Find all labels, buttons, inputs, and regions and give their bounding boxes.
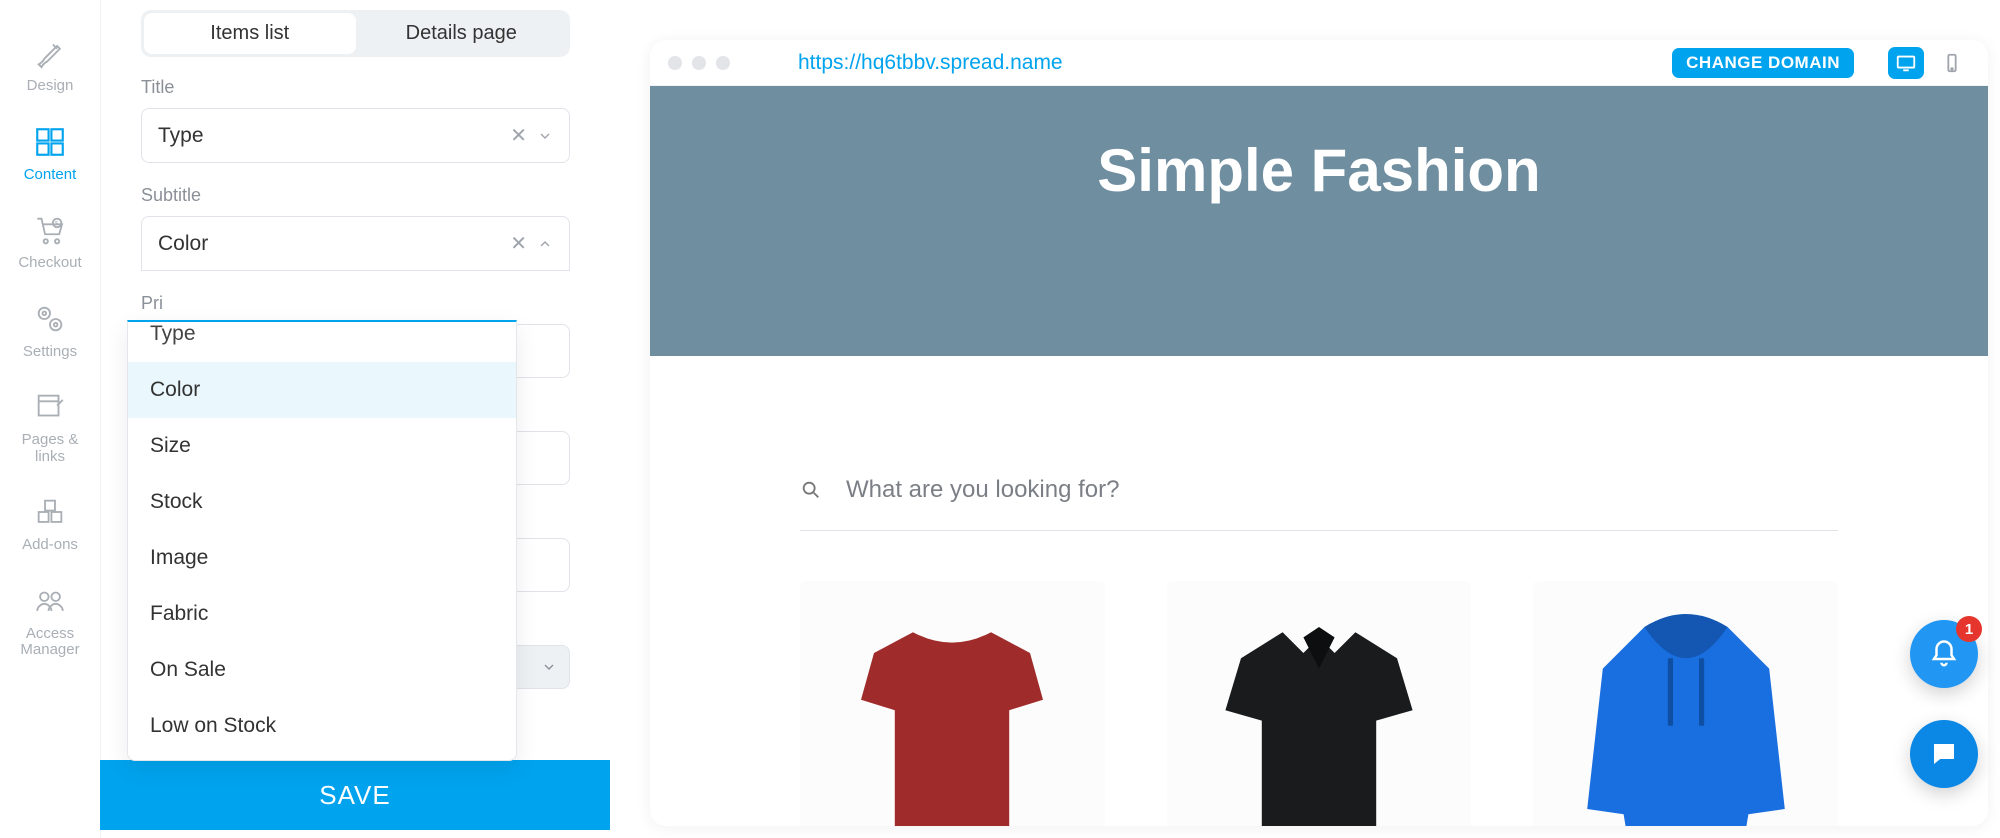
dropdown-option-lowstock[interactable]: Low on Stock (128, 698, 516, 754)
tab-items-list[interactable]: Items list (144, 13, 356, 54)
product-card[interactable] (800, 581, 1105, 826)
field-title: Title Type ✕ (141, 77, 570, 163)
brush-icon (31, 34, 69, 72)
nav-item-access-manager[interactable]: Access Manager (0, 568, 100, 673)
subtitle-select[interactable]: Color ✕ (141, 216, 570, 271)
change-domain-button[interactable]: CHANGE DOMAIN (1672, 48, 1854, 78)
dropdown-option-fabric[interactable]: Fabric (128, 586, 516, 642)
dropdown-option-stock[interactable]: Stock (128, 474, 516, 530)
device-toggle (1888, 47, 1970, 79)
preview-content: What are you looking for? (650, 356, 1988, 826)
product-grid (800, 581, 1838, 826)
nav-label: Settings (17, 344, 83, 361)
nav-label: Content (18, 167, 83, 184)
dropdown-option-image[interactable]: Image (128, 530, 516, 586)
nav-item-pages-links[interactable]: Pages & links (0, 374, 100, 479)
nav-item-settings[interactable]: Settings (0, 286, 100, 375)
chat-fab[interactable] (1910, 720, 1978, 788)
save-button[interactable]: SAVE (100, 760, 610, 830)
tab-details-page[interactable]: Details page (356, 13, 568, 54)
notification-badge: 1 (1956, 616, 1982, 642)
search-row[interactable]: What are you looking for? (800, 476, 1838, 531)
nav-item-addons[interactable]: Add-ons (0, 479, 100, 568)
nav-item-design[interactable]: Design (0, 20, 100, 109)
traffic-lights (668, 56, 730, 70)
clear-icon[interactable]: ✕ (510, 231, 527, 256)
search-icon (800, 479, 822, 501)
subtitle-dropdown: Type Color Size Stock Image Fabric On Sa… (127, 320, 517, 761)
nav-label: Add-ons (16, 537, 84, 554)
traffic-dot (692, 56, 706, 70)
users-icon (31, 582, 69, 620)
chevron-down-icon[interactable] (541, 659, 557, 675)
nav-label: Access Manager (0, 626, 100, 659)
grid-icon (31, 123, 69, 161)
traffic-dot (668, 56, 682, 70)
product-card[interactable] (1167, 581, 1472, 826)
nav-item-content[interactable]: Content (0, 109, 100, 198)
notifications-fab[interactable]: 1 (1910, 620, 1978, 688)
dropdown-option-size[interactable]: Size (128, 418, 516, 474)
desktop-view-button[interactable] (1888, 47, 1924, 79)
product-image-tshirt-red (822, 601, 1082, 826)
panel-tab-toggle: Items list Details page (141, 10, 570, 57)
search-placeholder: What are you looking for? (846, 476, 1119, 504)
dropdown-option-color[interactable]: Color (128, 362, 516, 418)
dropdown-option-type[interactable]: Type (128, 322, 516, 362)
site-preview: https://hq6tbbv.spread.name CHANGE DOMAI… (650, 40, 1988, 826)
preview-topbar: https://hq6tbbv.spread.name CHANGE DOMAI… (650, 40, 1988, 86)
field-subtitle: Subtitle Color ✕ (141, 185, 570, 271)
subtitle-value: Color (158, 232, 208, 256)
cart-icon: $ (31, 211, 69, 249)
nav-label: Design (21, 78, 80, 95)
product-card[interactable] (1533, 581, 1838, 826)
product-image-hoodie-blue (1556, 601, 1816, 826)
chevron-up-icon[interactable] (537, 236, 553, 252)
title-value: Type (158, 124, 204, 148)
nav-rail: Design Content $ Checkout Settings Pages… (0, 0, 100, 838)
chat-icon (1929, 739, 1959, 769)
addons-icon (31, 493, 69, 531)
nav-label: Checkout (12, 255, 87, 272)
url-bar[interactable]: https://hq6tbbv.spread.name (744, 51, 1658, 75)
field-label-title: Title (141, 77, 570, 98)
nav-label: Pages & links (0, 432, 100, 465)
title-select[interactable]: Type ✕ (141, 108, 570, 163)
field-label-pri: Pri (141, 293, 570, 314)
pages-icon (31, 388, 69, 426)
bell-icon (1929, 639, 1959, 669)
hero-section: Simple Fashion (650, 86, 1988, 356)
mobile-view-button[interactable] (1934, 47, 1970, 79)
traffic-dot (716, 56, 730, 70)
dropdown-option-onsale[interactable]: On Sale (128, 642, 516, 698)
field-label-subtitle: Subtitle (141, 185, 570, 206)
chevron-down-icon[interactable] (537, 128, 553, 144)
preview-page: Simple Fashion What are you looking for? (650, 86, 1988, 826)
clear-icon[interactable]: ✕ (510, 123, 527, 148)
nav-item-checkout[interactable]: $ Checkout (0, 197, 100, 286)
gears-icon (31, 300, 69, 338)
product-image-polo-black (1189, 601, 1449, 826)
hero-title: Simple Fashion (1097, 136, 1540, 205)
